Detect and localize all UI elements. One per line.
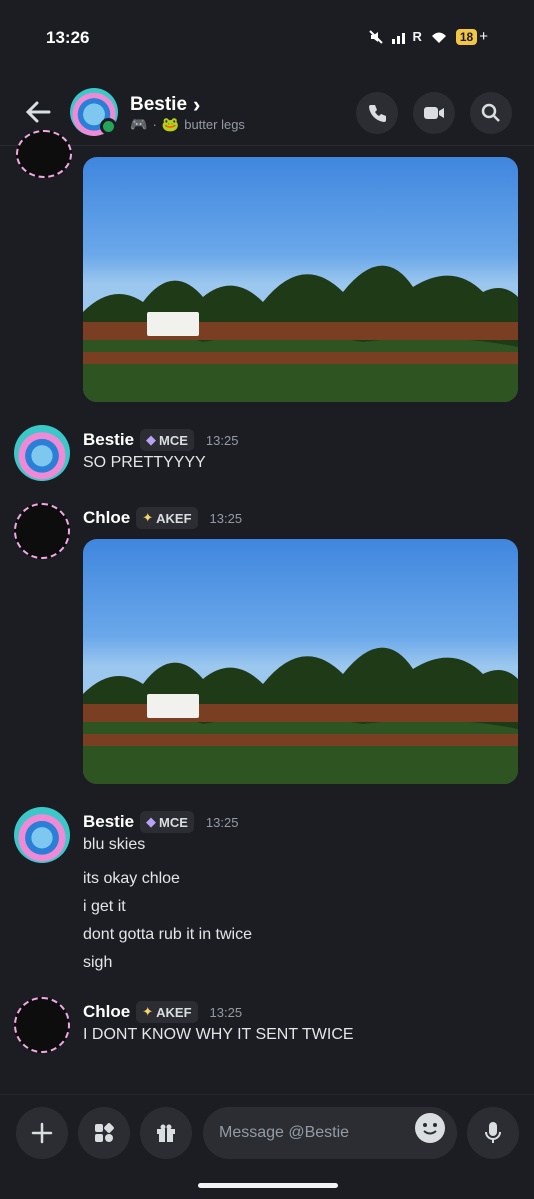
- emoji-button[interactable]: [415, 1113, 445, 1143]
- wifi-icon: [431, 32, 446, 43]
- add-attachment-button[interactable]: [16, 1107, 68, 1159]
- avatar[interactable]: [14, 425, 70, 481]
- status-bar: 13:26 R 18 +: [0, 0, 534, 80]
- gift-button[interactable]: [140, 1107, 192, 1159]
- tag-icon: ◆: [146, 432, 157, 447]
- gamepad-icon: 🎮: [130, 116, 148, 132]
- voice-message-button[interactable]: [467, 1107, 519, 1159]
- channel-title[interactable]: Bestie ›: [130, 92, 200, 118]
- tag-icon: ✦: [142, 510, 154, 525]
- guild-tag[interactable]: ✦ AKEF: [136, 507, 198, 529]
- chevron-right-icon: ›: [193, 92, 201, 117]
- message-text: sigh: [83, 954, 113, 971]
- network-label: R: [412, 29, 422, 44]
- status-text: butter legs: [184, 117, 245, 132]
- status-icons: R 18 +: [368, 28, 488, 45]
- message-text: SO PRETTYYYY: [83, 454, 206, 471]
- timestamp: 13:25: [209, 1004, 243, 1020]
- message-header: Bestie ◆ MCE 13:25: [83, 429, 238, 451]
- guild-tag[interactable]: ◆ MCE: [140, 811, 194, 833]
- flower-planter: [147, 694, 199, 718]
- chloe-avatar-partial[interactable]: [16, 130, 72, 178]
- guild-tag[interactable]: ✦ AKEF: [136, 1001, 198, 1023]
- video-icon: [424, 107, 444, 119]
- avatar[interactable]: [14, 503, 70, 559]
- author-name[interactable]: Bestie: [83, 430, 134, 450]
- chat-header: Bestie › 🎮 · 🐸 butter legs: [0, 80, 534, 146]
- avatar[interactable]: [14, 807, 70, 863]
- back-arrow-icon: [25, 101, 51, 123]
- channel-name: Bestie: [130, 94, 188, 115]
- message-header: Bestie ◆ MCE 13:25: [83, 811, 238, 833]
- apps-button[interactable]: [78, 1107, 130, 1159]
- back-button[interactable]: [22, 96, 54, 128]
- search-icon: [481, 103, 500, 122]
- plus-icon: [31, 1122, 53, 1144]
- search-button[interactable]: [470, 92, 512, 134]
- video-call-button[interactable]: [413, 92, 455, 134]
- message-text: I DONT KNOW WHY IT SENT TWICE: [83, 1026, 354, 1043]
- tag-icon: ✦: [142, 1004, 154, 1019]
- frog-icon: 🐸: [161, 116, 180, 132]
- online-status-dot: [100, 118, 117, 135]
- flower-planter: [147, 312, 199, 336]
- tag-icon: ◆: [146, 814, 157, 829]
- home-indicator: [198, 1183, 338, 1188]
- custom-status: 🎮 · 🐸 butter legs: [130, 116, 245, 133]
- author-name[interactable]: Chloe: [83, 508, 130, 528]
- avatar[interactable]: [14, 997, 70, 1053]
- author-name[interactable]: Chloe: [83, 1002, 130, 1022]
- gift-icon: [157, 1124, 175, 1142]
- message-header: Chloe ✦ AKEF 13:25: [83, 1001, 242, 1023]
- timestamp: 13:25: [205, 814, 239, 830]
- author-name[interactable]: Bestie: [83, 812, 134, 832]
- message-text: its okay chloe: [83, 870, 180, 887]
- mute-icon: [369, 29, 384, 44]
- voice-call-button[interactable]: [356, 92, 398, 134]
- guild-tag[interactable]: ◆ MCE: [140, 429, 194, 451]
- status-time: 13:26: [46, 28, 90, 47]
- timestamp: 13:25: [205, 432, 239, 448]
- call-icon: [369, 105, 386, 122]
- dot-separator: ·: [152, 117, 157, 132]
- apps-icon: [95, 1123, 114, 1142]
- battery-level: 18: [455, 28, 478, 45]
- message-header: Chloe ✦ AKEF 13:25: [83, 507, 242, 529]
- microphone-icon: [485, 1122, 501, 1143]
- timestamp: 13:25: [209, 510, 243, 526]
- smile-icon: [423, 1123, 437, 1135]
- message-text: i get it: [83, 898, 126, 915]
- signal-icon: [392, 32, 406, 44]
- wooden-railing: [83, 734, 518, 746]
- image-attachment[interactable]: [83, 157, 518, 402]
- wooden-railing: [83, 352, 518, 364]
- battery-charging: +: [479, 28, 488, 45]
- image-attachment[interactable]: [83, 539, 518, 784]
- message-text: dont gotta rub it in twice: [83, 926, 252, 943]
- message-text: blu skies: [83, 836, 146, 853]
- message-composer: [0, 1094, 534, 1199]
